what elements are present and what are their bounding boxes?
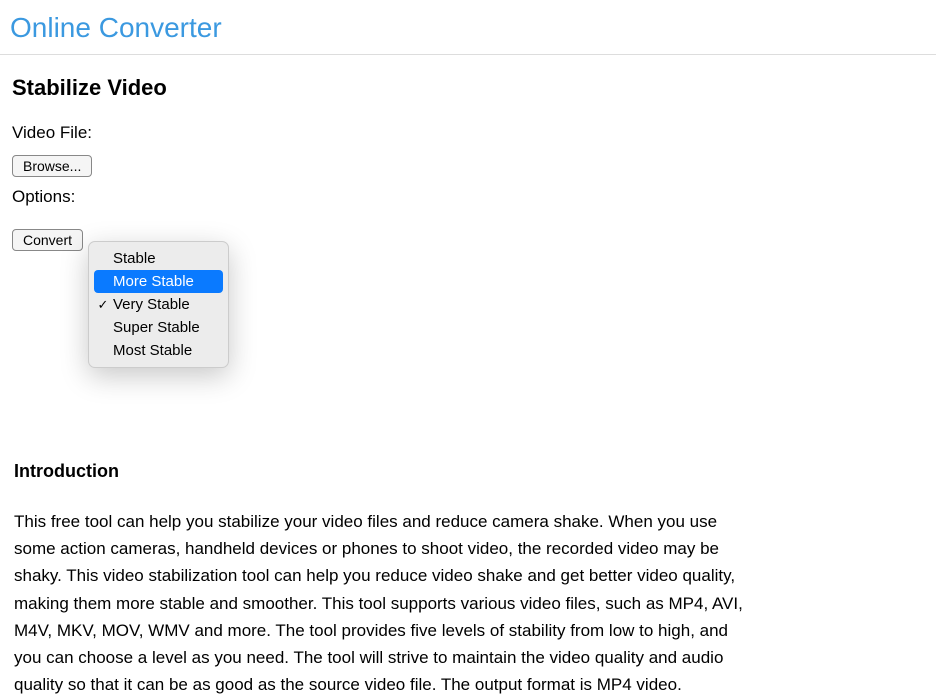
dropdown-item-label: Very Stable — [111, 296, 190, 313]
introduction-title: Introduction — [14, 461, 922, 482]
content: Stabilize Video Video File: Browse... Op… — [0, 55, 936, 698]
dropdown-item-very-stable[interactable]: ✓ Very Stable — [89, 293, 228, 316]
introduction-text: This free tool can help you stabilize yo… — [14, 508, 746, 698]
header: Online Converter — [0, 0, 936, 55]
dropdown-item-more-stable[interactable]: More Stable — [94, 270, 223, 293]
dropdown-item-super-stable[interactable]: Super Stable — [89, 316, 228, 339]
dropdown-item-most-stable[interactable]: Most Stable — [89, 339, 228, 362]
browse-button[interactable]: Browse... — [12, 155, 92, 177]
dropdown-item-label: Super Stable — [111, 319, 200, 336]
convert-button[interactable]: Convert — [12, 229, 83, 251]
form-area: Video File: Browse... Options: Convert S… — [12, 123, 924, 251]
dropdown-item-label: Stable — [111, 250, 156, 267]
options-row: Options: — [12, 187, 924, 207]
site-title[interactable]: Online Converter — [10, 12, 222, 43]
dropdown-item-label: Most Stable — [111, 342, 192, 359]
options-label: Options: — [12, 187, 75, 207]
check-icon: ✓ — [95, 297, 111, 313]
video-file-row: Video File: — [12, 123, 924, 143]
dropdown-item-label: More Stable — [111, 273, 194, 290]
introduction-section: Introduction This free tool can help you… — [12, 461, 924, 698]
stability-dropdown[interactable]: Stable More Stable ✓ Very Stable Super S… — [88, 241, 229, 368]
video-file-label: Video File: — [12, 123, 92, 142]
page-title: Stabilize Video — [12, 75, 924, 101]
dropdown-item-stable[interactable]: Stable — [89, 247, 228, 270]
